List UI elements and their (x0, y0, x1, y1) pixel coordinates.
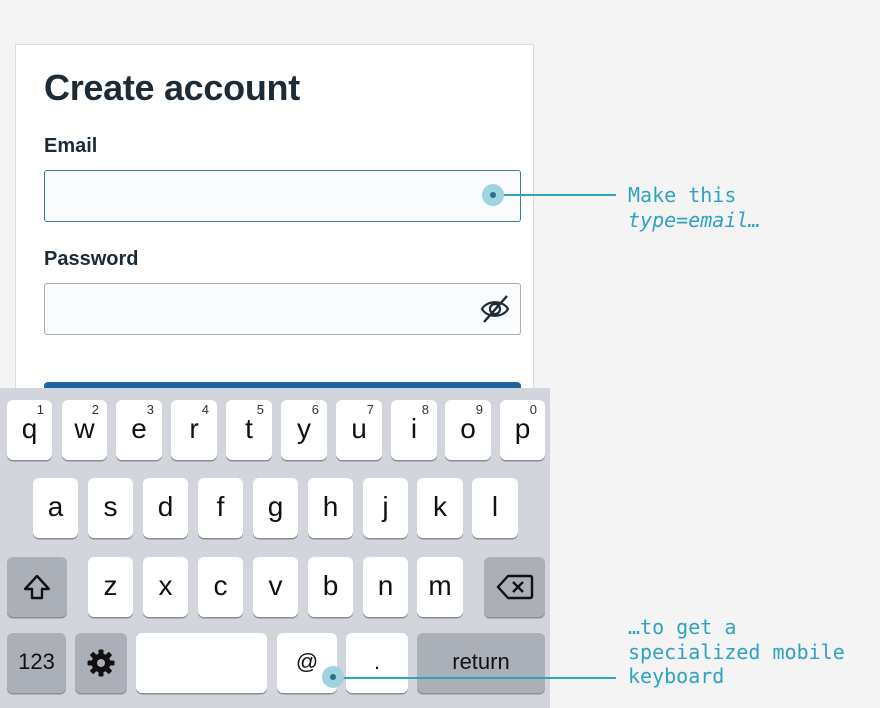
numbers-key[interactable]: 123 (7, 633, 66, 693)
key-r[interactable]: 4r (171, 400, 217, 460)
callout-dot-top (482, 184, 504, 206)
key-g[interactable]: g (253, 478, 298, 538)
return-key[interactable]: return (417, 633, 545, 693)
key-h[interactable]: h (308, 478, 353, 538)
password-label: Password (44, 248, 139, 270)
email-label: Email (44, 135, 98, 157)
key-d[interactable]: d (143, 478, 188, 538)
shift-icon (23, 574, 51, 600)
key-m[interactable]: m (417, 557, 463, 617)
key-l[interactable]: l (472, 478, 518, 538)
space-key[interactable] (136, 633, 267, 693)
key-v[interactable]: v (253, 557, 298, 617)
key-b[interactable]: b (308, 557, 353, 617)
key-o[interactable]: 9o (445, 400, 491, 460)
callout-line-bottom (333, 677, 616, 679)
key-z[interactable]: z (88, 557, 133, 617)
signup-card: Create account Email Password (15, 44, 534, 444)
key-n[interactable]: n (363, 557, 408, 617)
callout-bottom: …to get a specialized mobile keyboard (628, 615, 845, 689)
key-q[interactable]: 1q (7, 400, 52, 460)
key-p[interactable]: 0p (500, 400, 545, 460)
key-i[interactable]: 8i (391, 400, 437, 460)
key-y[interactable]: 6y (281, 400, 327, 460)
callout-bottom-line-2: specialized mobile (628, 639, 845, 664)
key-w[interactable]: 2w (62, 400, 107, 460)
page-title: Create account (44, 67, 300, 108)
key-t[interactable]: 5t (226, 400, 272, 460)
key-j[interactable]: j (363, 478, 408, 538)
period-key[interactable]: . (346, 633, 408, 693)
callout-top: Make this type=email… (628, 183, 760, 232)
key-f[interactable]: f (198, 478, 243, 538)
backspace-icon (496, 574, 533, 600)
email-field[interactable] (44, 170, 521, 222)
key-c[interactable]: c (198, 557, 243, 617)
key-k[interactable]: k (417, 478, 463, 538)
key-x[interactable]: x (143, 557, 188, 617)
callout-line-top (493, 194, 616, 196)
gear-icon (87, 649, 115, 677)
password-field[interactable] (44, 283, 521, 335)
callout-top-line-2: type=email… (628, 207, 761, 232)
settings-key[interactable] (75, 633, 127, 693)
eye-slash-icon[interactable] (480, 294, 510, 324)
shift-key[interactable] (7, 557, 67, 617)
key-u[interactable]: 7u (336, 400, 382, 460)
backspace-key[interactable] (484, 557, 545, 617)
callout-dot-bottom (322, 666, 344, 688)
callout-bottom-line-3: keyboard (628, 664, 725, 688)
callout-bottom-line-1: …to get a (628, 615, 737, 639)
callout-top-line-1: Make this (628, 183, 737, 207)
mobile-keyboard: 1q 2w 3e 4r 5t 6y 7u 8i 9o 0p a s d f g … (0, 388, 550, 708)
key-e[interactable]: 3e (116, 400, 162, 460)
key-s[interactable]: s (88, 478, 133, 538)
key-a[interactable]: a (33, 478, 78, 538)
